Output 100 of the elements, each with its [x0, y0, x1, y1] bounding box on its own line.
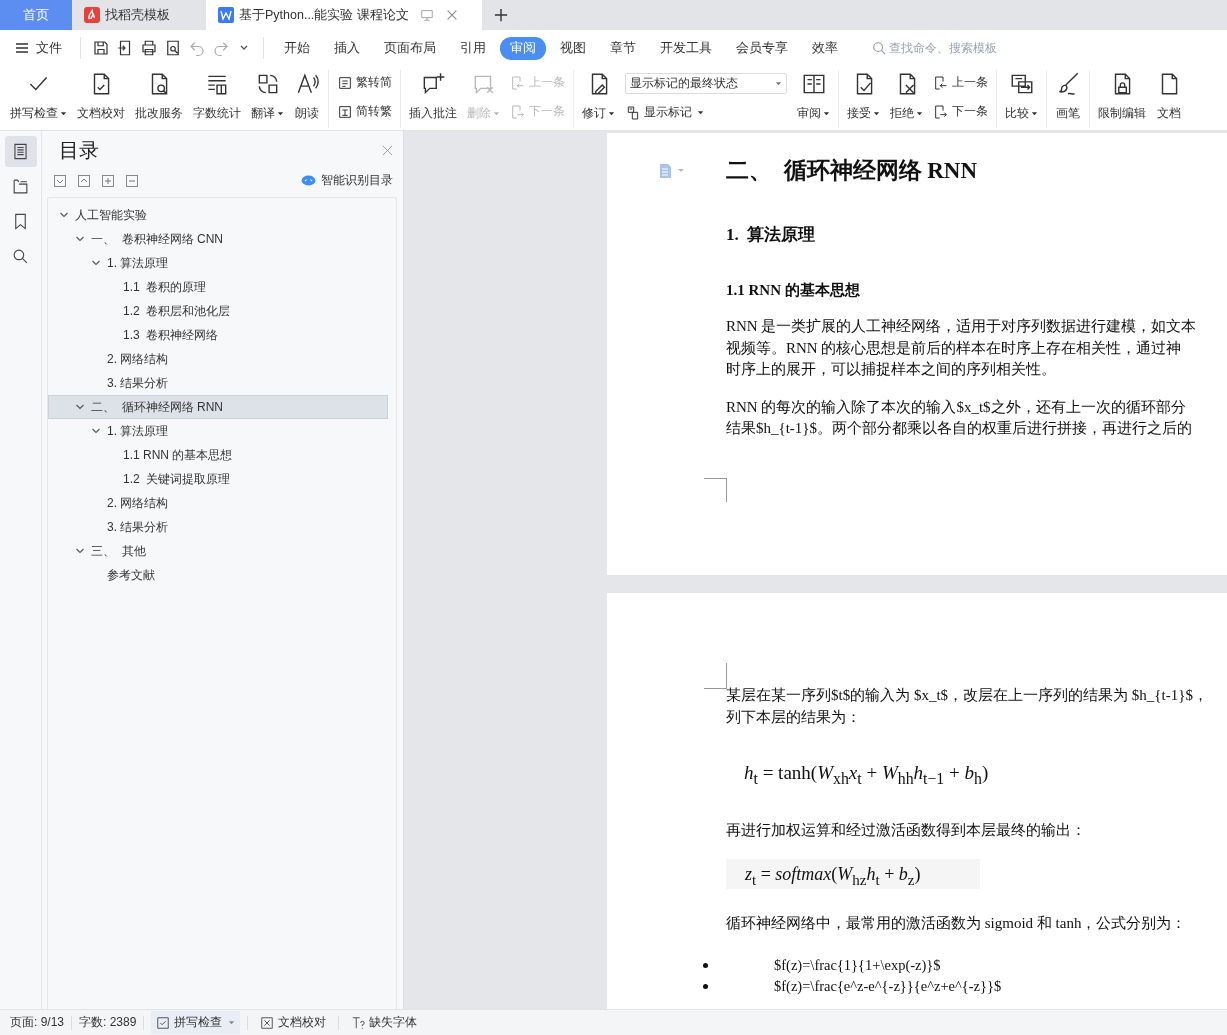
ribbon-tab[interactable]: 开发工具	[650, 36, 722, 60]
ribbon-tab[interactable]: 开始	[274, 36, 320, 60]
markup-button[interactable]: 显示标记	[625, 104, 787, 121]
document-edit-button[interactable]: 修订	[578, 68, 619, 130]
undo-icon[interactable]	[188, 39, 206, 57]
ribbon-tab[interactable]: 页面布局	[374, 36, 446, 60]
margin-mark	[704, 478, 727, 502]
convert-button[interactable]: 繁转简	[337, 74, 392, 91]
outline-item[interactable]: 2. 网络结构	[48, 347, 388, 371]
markup-icon	[625, 104, 641, 121]
markup-mode-dropdown[interactable]: 显示标记的最终状态	[625, 73, 787, 94]
new-tab-icon[interactable]	[494, 8, 508, 22]
translate-button[interactable]: 翻译	[247, 68, 288, 130]
outline-item[interactable]: 一、 卷积神经网络 CNN	[48, 227, 388, 251]
document-arrow-icon	[933, 103, 949, 120]
outline-item[interactable]: 1. 算法原理	[48, 419, 388, 443]
document-arrow-icon	[933, 74, 949, 91]
panel-title: 目录	[59, 138, 99, 163]
document-check-button[interactable]: 文档校对	[73, 68, 129, 130]
outline-item[interactable]: 1.1 卷积的原理	[48, 275, 388, 299]
chevron-icon[interactable]	[91, 258, 101, 268]
text-line: 视频等。RNN 的核心思想是前后的样本在时序上存在相关性，通过神	[726, 338, 1183, 358]
outline-item[interactable]: 参考文献	[48, 563, 388, 587]
ribbon-tab[interactable]: 效率	[802, 36, 848, 60]
ribbon-tab[interactable]: 视图	[550, 36, 596, 60]
file-menu-button[interactable]: 文件	[14, 39, 62, 57]
search-icon	[872, 41, 886, 55]
text-line: 时序上的展开，可以捕捉样本之间的序列相关性。	[726, 360, 1057, 379]
outline-item[interactable]: 1. 算法原理	[48, 251, 388, 275]
search-icon	[11, 247, 30, 266]
outline-item[interactable]: 二、 循环神经网络 RNN	[48, 395, 388, 419]
heading: 1. 算法原理	[726, 224, 817, 246]
word-count: 字数: 2389	[79, 1014, 137, 1031]
close-icon[interactable]	[382, 145, 393, 156]
chevron-icon[interactable]	[75, 234, 85, 244]
chevron-icon[interactable]	[91, 426, 101, 436]
text-line: 列下本层的结果为：	[726, 707, 862, 727]
caret-icon	[775, 80, 782, 87]
document-tab[interactable]: 找稻壳模板	[72, 0, 200, 30]
contents-panel-button[interactable]	[4, 136, 37, 167]
document-arrow-button[interactable]: 下一条	[933, 103, 988, 120]
collapse-icon[interactable]	[78, 174, 90, 187]
text-line: 再进行加权运算和经过激活函数得到本层最终的输出：	[726, 820, 1087, 840]
document-arrow-icon	[510, 74, 526, 91]
document-x-button[interactable]: 拒绝	[886, 68, 927, 130]
convert-button[interactable]: 简转繁	[337, 103, 392, 120]
chevron-icon[interactable]	[75, 402, 85, 412]
outline-item[interactable]: 三、 其他	[48, 539, 388, 563]
brush-button[interactable]: 画笔	[1051, 68, 1085, 130]
spell-check-button[interactable]: 拼写检查	[151, 1011, 241, 1034]
panel-button[interactable]: 审阅	[793, 68, 834, 130]
ribbon-tab[interactable]: 会员专享	[726, 36, 798, 60]
checkbox-icon	[156, 1015, 171, 1030]
document-button[interactable]: 文档	[1152, 68, 1186, 130]
command-search-field[interactable]: 查找命令、搜索模板	[872, 41, 1029, 55]
outline-icon	[11, 177, 30, 196]
print-icon[interactable]	[140, 39, 158, 57]
outline-item[interactable]: 2. 网络结构	[48, 491, 388, 515]
flame-logo-icon	[84, 7, 100, 23]
caret-icon	[228, 1019, 236, 1026]
lock-document-button[interactable]: 限制编辑	[1094, 68, 1150, 130]
save-icon[interactable]	[92, 39, 110, 57]
proofread-button[interactable]: 文档校对	[255, 1011, 332, 1034]
outline-item[interactable]: 1.2 卷积层和池化层	[48, 299, 388, 323]
list-item: $f(z)=\frac{e^z-e^{-z}}{e^z+e^{-z}}$	[774, 977, 1002, 995]
check-button[interactable]: 拼写检查	[6, 68, 71, 130]
smart-toc-button[interactable]: 智能识别目录	[301, 172, 397, 189]
list-item: $f(z)=\frac{1}{1+\exp(-z)}$	[774, 956, 941, 974]
ribbon-tab[interactable]: 章节	[600, 36, 646, 60]
text-line: 某层在某一序列$t$的输入为 $x_t$，改层在上一序列的结果为 $h_{t-1}$，	[726, 686, 1209, 705]
ribbon-tab[interactable]: 引用	[450, 36, 496, 60]
plus-icon[interactable]	[102, 174, 114, 187]
print-preview-icon[interactable]	[164, 39, 182, 57]
text-line: RNN 是一类扩展的人工神经网络，适用于对序列数据进行建模，如文本	[726, 317, 1198, 336]
compare-button[interactable]: 比较	[1001, 68, 1042, 130]
redo-icon[interactable]	[212, 39, 230, 57]
text-line: 循环神经网络中，最常用的激活函数为 sigmoid 和 tanh，公式分别为：	[726, 914, 1188, 934]
contents-icon	[11, 142, 30, 161]
document-check-button[interactable]: 接受	[843, 68, 884, 130]
outline-item[interactable]: 1.3 卷积神经网络	[48, 323, 388, 347]
expand-icon[interactable]	[54, 174, 66, 187]
outline-item[interactable]: 人工智能实验	[48, 203, 388, 227]
speaker-waves-button[interactable]: 朗读	[290, 68, 324, 130]
document-search-button[interactable]: 批改服务	[131, 68, 187, 130]
lines-button[interactable]: 字数统计	[189, 68, 245, 130]
minus-icon[interactable]	[126, 174, 138, 187]
outline-item[interactable]: 1.1 RNN 的基本思想	[48, 443, 388, 467]
outline-item[interactable]: 1.2 关键词提取原理	[48, 467, 388, 491]
ribbon-tab[interactable]: 插入	[324, 36, 370, 60]
chevron-icon[interactable]	[75, 546, 85, 556]
x-box-icon	[260, 1015, 275, 1030]
document-logo-icon	[218, 7, 234, 23]
chevron-icon[interactable]	[59, 210, 69, 220]
page-count: 页面: 9/13	[10, 1014, 65, 1031]
outline-item[interactable]: 3. 结果分析	[48, 515, 388, 539]
comment-plus-button[interactable]: 插入批注	[405, 68, 461, 130]
missing-fonts-button[interactable]: 缺失字体	[346, 1011, 423, 1034]
document-tab[interactable]: 基于Python...能实验 课程论文	[206, 0, 482, 30]
outline-item[interactable]: 3. 结果分析	[48, 371, 388, 395]
document-arrow-button[interactable]: 上一条	[933, 74, 988, 91]
